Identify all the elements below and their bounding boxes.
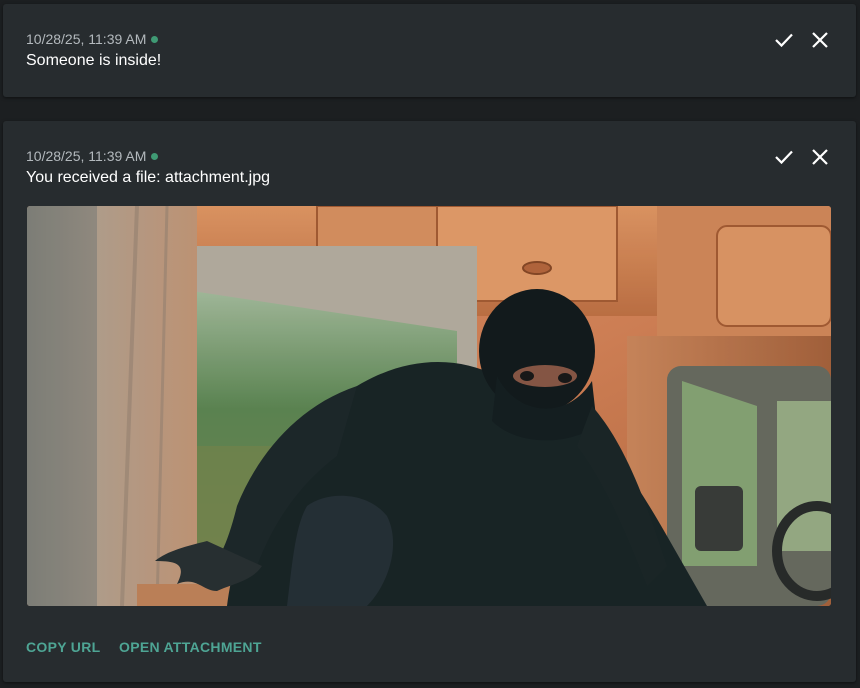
notification-card: 10/28/25, 11:39 AM You received a file: … bbox=[3, 121, 856, 682]
status-dot bbox=[151, 35, 159, 43]
dismiss-button[interactable] bbox=[810, 147, 830, 167]
check-icon bbox=[775, 150, 793, 165]
check-icon bbox=[775, 33, 793, 48]
notification-actions bbox=[774, 147, 830, 167]
notification-message: You received a file: attachment.jpg bbox=[26, 169, 271, 186]
notification-meta: 10/28/25, 11:39 AM bbox=[26, 31, 159, 47]
open-attachment-button[interactable]: OPEN ATTACHMENT bbox=[119, 639, 262, 655]
attachment-image[interactable] bbox=[27, 206, 831, 606]
notification-timestamp: 10/28/25, 11:39 AM bbox=[26, 31, 147, 47]
copy-url-button[interactable]: COPY URL bbox=[26, 639, 101, 655]
mark-read-button[interactable] bbox=[774, 147, 794, 167]
notification-card: 10/28/25, 11:39 AM Someone is inside! bbox=[3, 4, 856, 97]
notification-timestamp: 10/28/25, 11:39 AM bbox=[26, 148, 147, 164]
attachment-photo bbox=[27, 206, 831, 606]
dismiss-button[interactable] bbox=[810, 30, 830, 50]
close-icon bbox=[812, 149, 828, 165]
notification-meta: 10/28/25, 11:39 AM bbox=[26, 148, 159, 164]
close-icon bbox=[812, 32, 828, 48]
mark-read-button[interactable] bbox=[774, 30, 794, 50]
status-dot bbox=[151, 152, 159, 160]
notification-actions bbox=[774, 30, 830, 50]
notification-message: Someone is inside! bbox=[26, 52, 162, 69]
